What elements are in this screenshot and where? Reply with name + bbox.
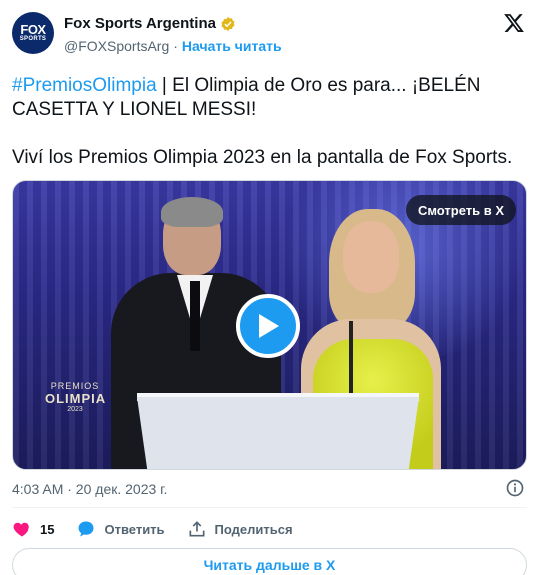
info-icon[interactable] [505,478,525,498]
avatar-sports-text: SPORTS [19,35,47,42]
tweet-embed: FOX SPORTS Fox Sports Argentina @FOXSpor… [0,0,539,575]
divider [12,507,527,508]
premios-olimpia-logo: PREMIOS OLIMPIA 2023 [45,381,105,413]
watch-on-x-button[interactable]: Смотреть в X [405,195,516,225]
play-button[interactable] [236,294,300,358]
podium [137,397,419,469]
handle-row: @FOXSportsArg · Начать читать [64,38,282,54]
hashtag-link[interactable]: #PremiosOlimpia [12,75,157,96]
timestamp[interactable]: 4:03 AM · 20 дек. 2023 г. [12,481,167,497]
read-more-button[interactable]: Читать дальше в X [12,548,527,575]
avatar[interactable]: FOX SPORTS [12,12,54,54]
tweet-text: #PremiosOlimpia | El Olimpia de Oro es p… [12,74,527,122]
reply-button[interactable]: Ответить [76,519,165,539]
separator: · [173,38,178,54]
follow-link[interactable]: Начать читать [182,38,282,54]
microphone-stand [349,321,353,397]
reply-label: Ответить [104,521,165,537]
tweet-text-line2: Viví los Premios Olimpia 2023 en la pant… [12,147,513,168]
handle[interactable]: @FOXSportsArg [64,38,169,54]
share-icon [189,521,205,537]
display-name[interactable]: Fox Sports Argentina [64,15,216,32]
logo-year: 2023 [67,406,83,413]
verified-badge-icon [221,16,235,31]
reply-bubble-icon [78,521,94,537]
share-button[interactable]: Поделиться [187,519,293,539]
avatar-fox-text: FOX [20,21,46,37]
video-player[interactable]: PREMIOS OLIMPIA 2023 Смотреть в X [12,180,527,470]
share-label: Поделиться [214,521,293,537]
like-button[interactable]: 15 [12,519,54,539]
play-icon [259,314,279,338]
presenter-man-tie [190,281,200,351]
logo-premios: PREMIOS [50,381,100,391]
action-bar: 15 Ответить Поделиться [12,518,315,540]
logo-olimpia: OLIMPIA [45,391,107,406]
presenter-man-hair [161,197,223,227]
like-count: 15 [40,521,55,537]
presenter-woman-head [343,221,399,293]
author-name-row: Fox Sports Argentina [64,15,236,32]
x-logo-icon[interactable] [503,12,525,34]
heart-icon [13,522,29,537]
